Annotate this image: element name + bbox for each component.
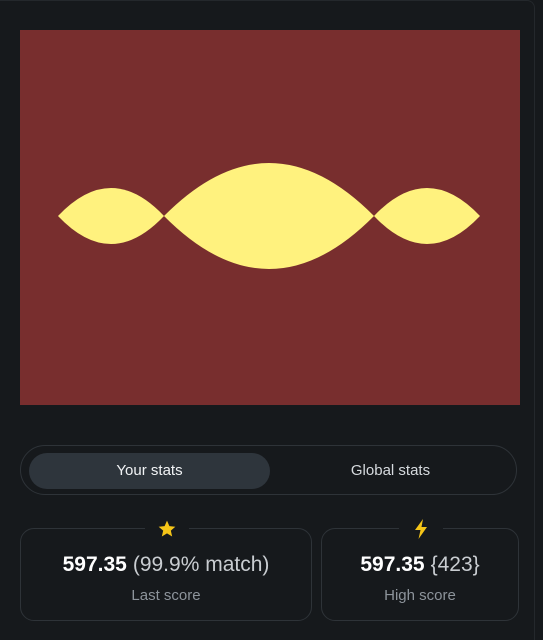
tab-global-stats[interactable]: Global stats	[270, 453, 511, 489]
last-score-match: (99.9% match)	[132, 553, 270, 576]
last-score-label: Last score	[131, 587, 201, 604]
tab-your-stats[interactable]: Your stats	[29, 453, 270, 489]
high-score-card: 597.35 {423} High score	[321, 515, 519, 621]
high-score-value: 597.35	[360, 553, 425, 576]
last-score-value: 597.35	[62, 553, 127, 576]
star-icon	[145, 515, 189, 543]
target-image	[20, 30, 520, 405]
high-score-line: 597.35 {423}	[322, 553, 518, 577]
high-score-rank: {423}	[430, 553, 480, 576]
lightning-icon	[399, 515, 443, 543]
target-image-svg	[20, 30, 520, 405]
last-score-card: 597.35 (99.9% match) Last score	[20, 515, 312, 621]
last-score-line: 597.35 (99.9% match)	[21, 553, 311, 577]
game-panel: Your stats Global stats 597.35 (99.9% mat…	[0, 0, 535, 640]
high-score-label: High score	[384, 587, 456, 604]
stats-toggle: Your stats Global stats	[20, 445, 517, 495]
